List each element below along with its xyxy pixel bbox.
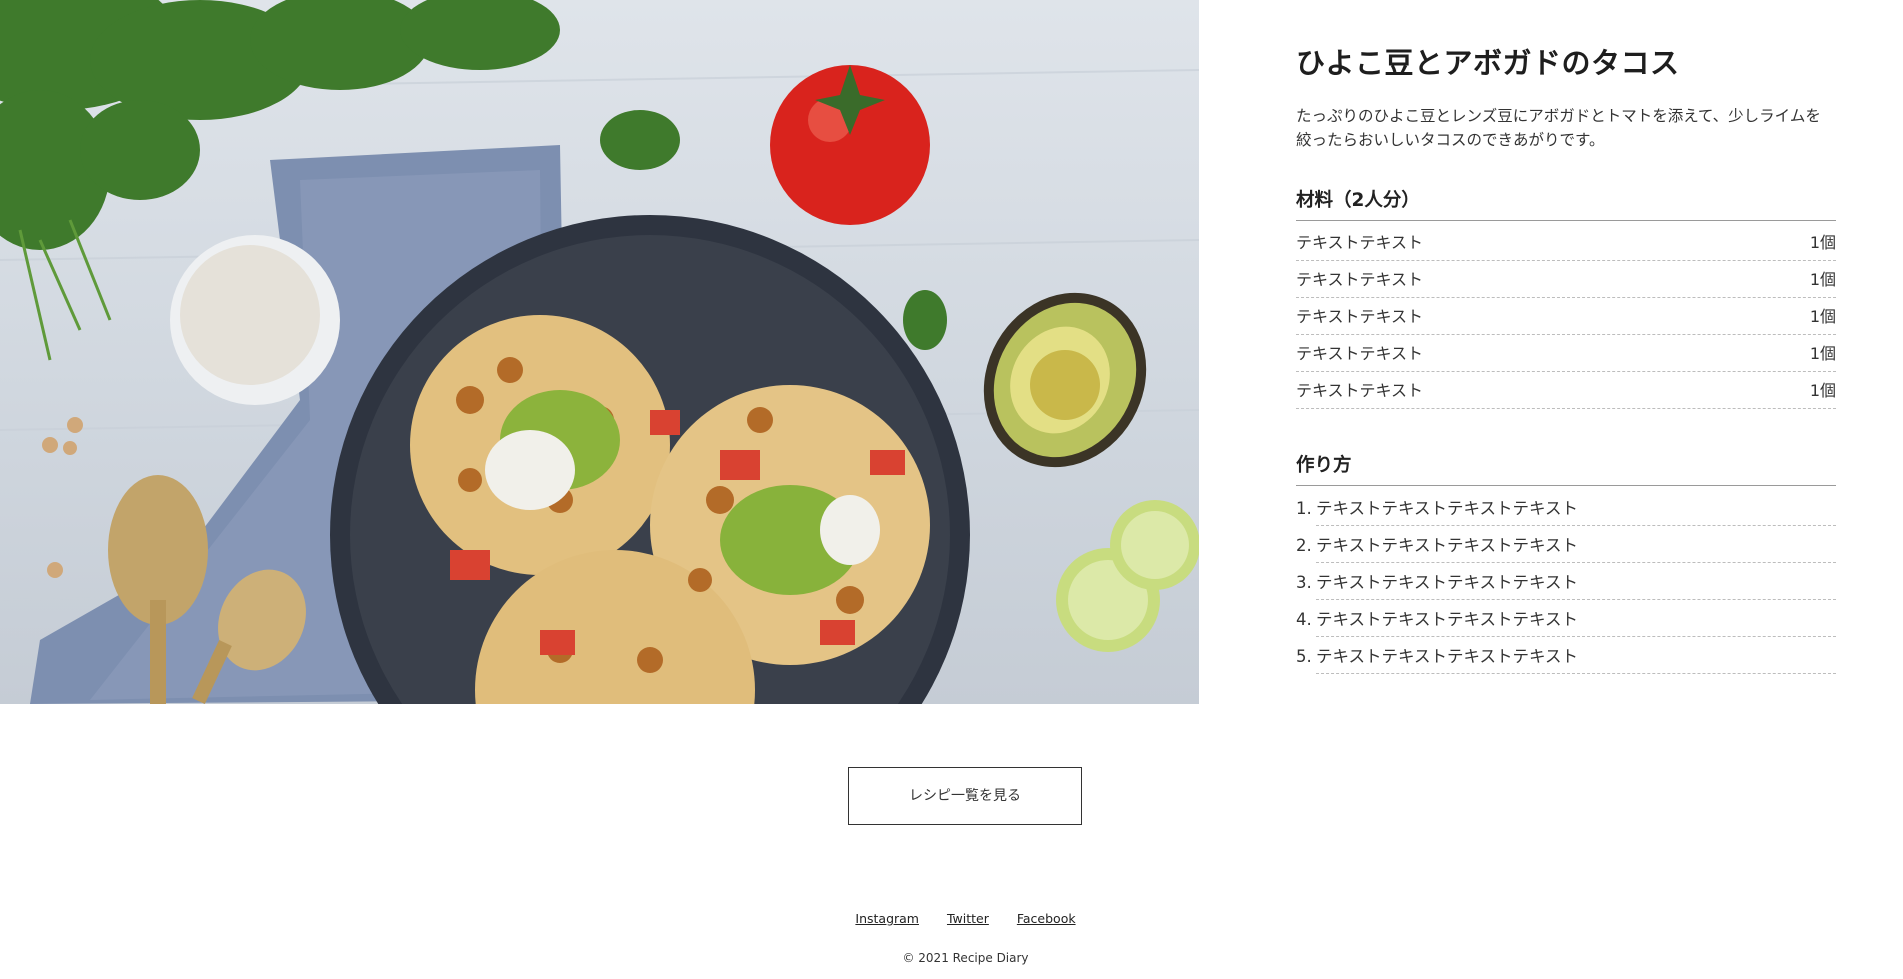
step-list: 1. テキストテキストテキストテキスト 2. テキストテキストテキストテキスト … (1296, 486, 1836, 674)
ingredient-amount: 1個 (1809, 307, 1836, 326)
footer-social-links: Instagram Twitter Facebook (0, 911, 1903, 926)
ingredient-row: テキストテキスト 1個 (1296, 298, 1836, 335)
ingredient-row: テキストテキスト 1個 (1296, 224, 1836, 261)
ingredient-name: テキストテキスト (1296, 307, 1424, 326)
recipe-list-button[interactable]: レシピ一覧を見る (848, 767, 1082, 825)
ingredient-name: テキストテキスト (1296, 381, 1424, 400)
ingredient-row: テキストテキスト 1個 (1296, 335, 1836, 372)
ingredient-row: テキストテキスト 1個 (1296, 372, 1836, 409)
step-text: テキストテキストテキストテキスト (1316, 489, 1836, 526)
recipe-panel: ひよこ豆とアボガドのタコス たっぷりのひよこ豆とレンズ豆にアボガドとトマトを添え… (1296, 40, 1836, 674)
ingredients-heading: 材料（2人分） (1296, 186, 1836, 221)
step-number: 3. (1296, 573, 1312, 592)
recipe-description: たっぷりのひよこ豆とレンズ豆にアボガドとトマトを添えて、少しライムを絞ったらおい… (1296, 107, 1821, 149)
ingredient-amount: 1個 (1809, 233, 1836, 252)
step-number: 2. (1296, 536, 1312, 555)
twitter-link[interactable]: Twitter (947, 911, 989, 926)
step-row: 3. テキストテキストテキストテキスト (1296, 563, 1836, 600)
step-row: 5. テキストテキストテキストテキスト (1296, 637, 1836, 674)
copyright-text: © 2021 Recipe Diary (902, 951, 1029, 965)
ingredient-name: テキストテキスト (1296, 344, 1424, 363)
ingredient-row: テキストテキスト 1個 (1296, 261, 1836, 298)
step-number: 1. (1296, 499, 1312, 518)
step-number: 5. (1296, 647, 1312, 666)
steps-heading: 作り方 (1296, 451, 1836, 486)
facebook-link[interactable]: Facebook (1017, 911, 1076, 926)
step-row: 2. テキストテキストテキストテキスト (1296, 526, 1836, 563)
ingredient-amount: 1個 (1809, 270, 1836, 289)
recipe-title: ひよこ豆とアボガドのタコス (1296, 46, 1680, 80)
tacos-photo-illustration (0, 0, 1199, 704)
step-number: 4. (1296, 610, 1312, 629)
instagram-link[interactable]: Instagram (855, 911, 919, 926)
hero-image (0, 0, 1199, 704)
ingredient-name: テキストテキスト (1296, 270, 1424, 289)
step-row: 1. テキストテキストテキストテキスト (1296, 489, 1836, 526)
step-text: テキストテキストテキストテキスト (1316, 563, 1836, 600)
step-text: テキストテキストテキストテキスト (1316, 526, 1836, 563)
ingredient-name: テキストテキスト (1296, 233, 1424, 252)
step-text: テキストテキストテキストテキスト (1316, 600, 1836, 637)
ingredient-list: テキストテキスト 1個 テキストテキスト 1個 テキストテキスト 1個 テキスト… (1296, 221, 1836, 409)
step-row: 4. テキストテキストテキストテキスト (1296, 600, 1836, 637)
step-text: テキストテキストテキストテキスト (1316, 637, 1836, 674)
ingredient-amount: 1個 (1809, 344, 1836, 363)
ingredient-amount: 1個 (1809, 381, 1836, 400)
